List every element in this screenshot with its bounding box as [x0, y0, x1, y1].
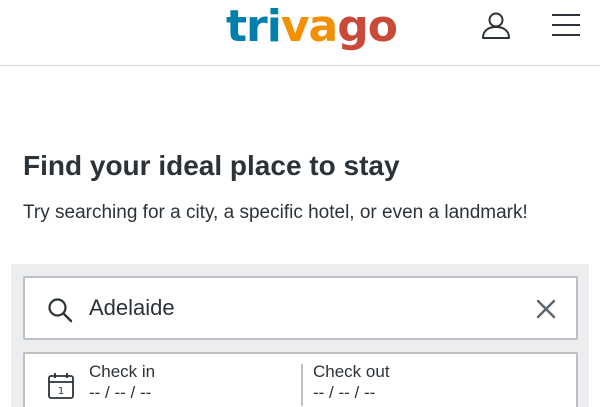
- hamburger-menu-icon[interactable]: [551, 12, 581, 38]
- check-in-value: -- / -- / --: [89, 383, 152, 402]
- dates-selector: 1 Check in -- / -- / -- Check out -- / -…: [23, 352, 578, 407]
- top-header: trivago: [0, 0, 600, 66]
- logo-part-2: va: [280, 1, 338, 52]
- logo-part-3: go: [337, 1, 398, 52]
- date-divider: [301, 364, 303, 406]
- search-icon: [48, 298, 73, 323]
- check-in-label: Check in: [89, 362, 156, 381]
- check-out-value: -- / -- / --: [313, 383, 376, 402]
- check-out-field[interactable]: Check out -- / -- / --: [313, 362, 390, 404]
- check-out-label: Check out: [313, 362, 390, 381]
- destination-search-box[interactable]: [23, 276, 578, 340]
- destination-input[interactable]: [89, 288, 509, 328]
- logo-part-1: tri: [226, 1, 282, 52]
- page-subtitle: Try searching for a city, a specific hot…: [23, 202, 528, 223]
- check-in-field[interactable]: Check in -- / -- / --: [89, 362, 155, 404]
- calendar-icon: 1: [48, 373, 74, 399]
- svg-text:1: 1: [58, 386, 64, 397]
- user-icon[interactable]: [480, 9, 512, 41]
- trivago-logo[interactable]: trivago: [226, 1, 398, 52]
- page-title: Find your ideal place to stay: [23, 150, 400, 181]
- close-icon[interactable]: [534, 297, 558, 321]
